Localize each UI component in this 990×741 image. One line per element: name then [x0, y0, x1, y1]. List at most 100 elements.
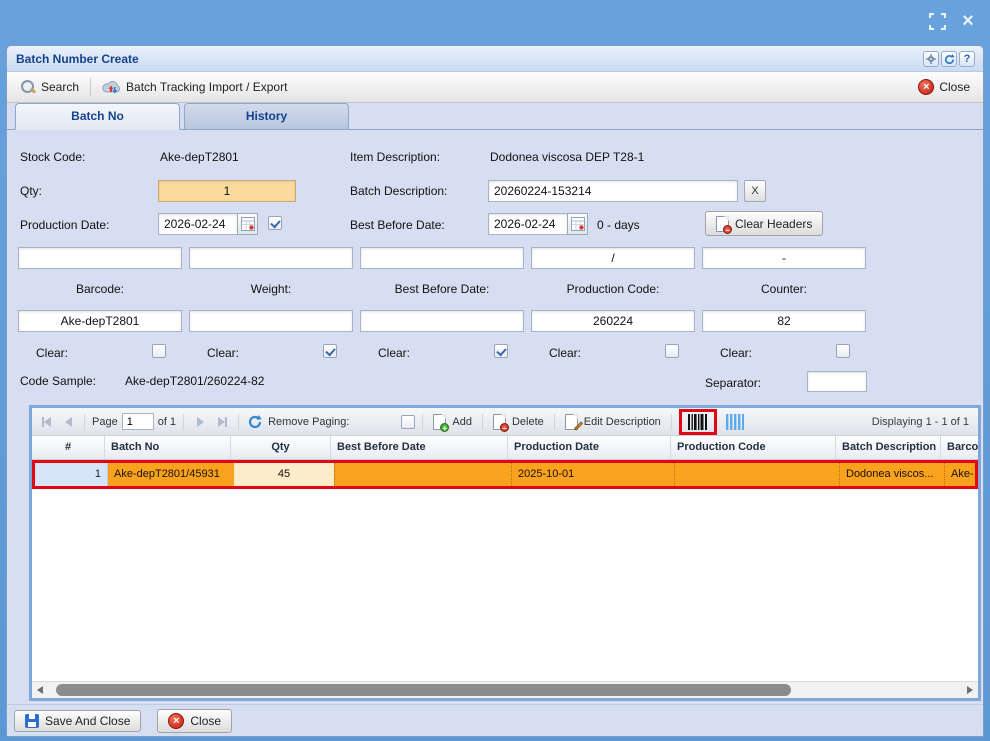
batch-description-input[interactable] [488, 180, 738, 202]
help-icon: ? [964, 53, 971, 65]
delete-label: Delete [512, 416, 544, 428]
clear-headers-button[interactable]: − Clear Headers [705, 211, 823, 236]
search-icon [20, 79, 36, 95]
segment-input-barcode[interactable] [18, 310, 182, 332]
settings-button[interactable] [923, 51, 939, 67]
tab-strip: Batch No History [7, 103, 983, 130]
window-controls: × [927, 11, 978, 31]
table-row-selected[interactable]: 1 Ake-depT2801/45931 45 2025-10-01 Dodon… [32, 460, 978, 489]
production-date-input[interactable] [158, 213, 238, 235]
qty-input[interactable] [158, 180, 296, 202]
batch-description-clear-button[interactable]: X [744, 180, 766, 202]
production-date-calendar-button[interactable] [237, 213, 258, 235]
refresh-button[interactable] [941, 51, 957, 67]
page-of-text: of 1 [158, 416, 176, 428]
barcode-blue-button[interactable] [725, 414, 745, 430]
segment-top-input-weight[interactable] [189, 247, 353, 269]
toolbar-close-label: Close [939, 80, 970, 94]
last-page-icon [218, 417, 225, 427]
page-label: Page [92, 416, 118, 428]
best-before-date-label: Best Before Date: [350, 218, 445, 232]
segment-input-counter[interactable] [702, 310, 866, 332]
page-number-input[interactable] [122, 413, 154, 430]
row-num-cell: 1 [35, 463, 108, 486]
horizontal-scrollbar[interactable] [32, 681, 978, 698]
column-header-batch-no[interactable]: Batch No [105, 436, 231, 459]
batch-tracking-import-export-button[interactable]: Batch Tracking Import / Export [97, 78, 292, 97]
add-button[interactable]: + Add [430, 412, 475, 432]
next-page-button[interactable] [191, 413, 209, 431]
row-production-code-cell [674, 463, 839, 486]
column-header-best-before-date[interactable]: Best Before Date [331, 436, 508, 459]
dialog-title: Batch Number Create [16, 52, 139, 66]
column-header-barcode[interactable]: Barco [941, 436, 978, 459]
clear-checkbox-weight[interactable] [323, 344, 337, 358]
segment-label-barcode: Barcode: [18, 282, 182, 296]
segment-top-input-production-code[interactable] [531, 247, 695, 269]
cloud-import-export-icon [102, 80, 121, 95]
clear-checkbox-best-before[interactable] [494, 344, 508, 358]
segment-top-input-best-before[interactable] [360, 247, 524, 269]
code-sample-value: Ake-depT2801/260224-82 [125, 374, 264, 388]
column-header-batch-description[interactable]: Batch Description [836, 436, 941, 459]
column-header-production-date[interactable]: Production Date [508, 436, 671, 459]
best-before-date-input[interactable] [488, 213, 568, 235]
toolbar-close-button[interactable]: × Close [913, 77, 975, 97]
save-icon [25, 714, 39, 728]
remove-paging-checkbox[interactable] [401, 415, 415, 429]
production-date-checkbox[interactable] [268, 216, 282, 230]
separator-label: Separator: [705, 376, 761, 390]
barcode-black-button[interactable] [687, 414, 709, 430]
column-header-production-code[interactable]: Production Code [671, 436, 836, 459]
best-before-date-calendar-button[interactable] [567, 213, 588, 235]
batch-grid: Page of 1 Remove Paging: + Add [29, 405, 981, 701]
row-batch-description-cell: Dodonea viscos... [839, 463, 944, 486]
segment-top-input-barcode[interactable] [18, 247, 182, 269]
delete-button[interactable]: − Delete [490, 412, 547, 432]
tab-history[interactable]: History [184, 103, 349, 130]
column-header-qty[interactable]: Qty [231, 436, 331, 459]
first-page-button[interactable] [37, 413, 55, 431]
search-label: Search [41, 80, 79, 94]
batch-number-create-dialog: Batch Number Create ? [6, 45, 984, 737]
scroll-left-icon[interactable] [32, 682, 48, 698]
calendar-icon [241, 217, 255, 231]
scroll-right-icon[interactable] [962, 682, 978, 698]
search-button[interactable]: Search [15, 77, 84, 97]
clear-checkbox-production-code[interactable] [665, 344, 679, 358]
item-description-value: Dodonea viscosa DEP T28-1 [490, 150, 644, 164]
dialog-toolbar: Search Batch Tracking Import / Export × … [7, 72, 983, 103]
clear-label-counter: Clear: [720, 346, 752, 360]
add-icon: + [433, 414, 446, 430]
clear-checkbox-counter[interactable] [836, 344, 850, 358]
column-header-num[interactable]: # [32, 436, 105, 459]
segment-top-input-counter[interactable] [702, 247, 866, 269]
help-button[interactable]: ? [959, 51, 975, 67]
row-best-before-date-cell [334, 463, 511, 486]
save-and-close-button[interactable]: Save And Close [14, 710, 141, 732]
segment-input-best-before[interactable] [360, 310, 524, 332]
footer-close-button[interactable]: × Close [157, 709, 232, 733]
separator-input[interactable] [807, 371, 867, 392]
tab-batch-no[interactable]: Batch No [15, 103, 180, 130]
segment-input-weight[interactable] [189, 310, 353, 332]
segment-input-production-code[interactable] [531, 310, 695, 332]
close-icon[interactable]: × [958, 11, 978, 31]
dialog-header: Batch Number Create ? [7, 46, 983, 72]
gear-icon [926, 54, 936, 64]
edit-description-button[interactable]: Edit Description [562, 412, 664, 432]
scrollbar-thumb[interactable] [56, 684, 791, 696]
maximize-icon[interactable] [927, 11, 947, 31]
code-sample-label: Code Sample: [20, 374, 96, 388]
toolbar-separator [90, 78, 91, 96]
row-production-date-cell: 2025-10-01 [511, 463, 674, 486]
last-page-button[interactable] [213, 413, 231, 431]
calendar-icon [571, 217, 585, 231]
refresh-grid-button[interactable] [246, 413, 264, 431]
prev-page-button[interactable] [59, 413, 77, 431]
segment-label-weight: Weight: [189, 282, 353, 296]
clear-label-weight: Clear: [207, 346, 239, 360]
stock-code-label: Stock Code: [20, 150, 85, 164]
clear-checkbox-barcode[interactable] [152, 344, 166, 358]
days-suffix: 0 - days [597, 218, 640, 232]
